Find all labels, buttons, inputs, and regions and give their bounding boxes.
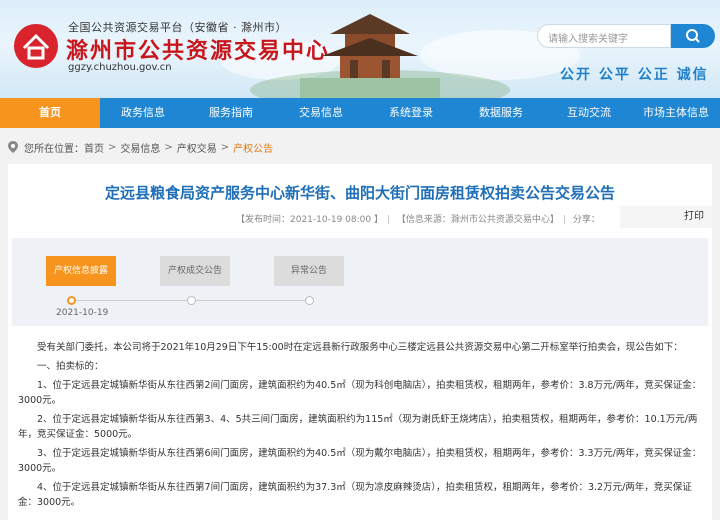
breadcrumb-separator: >: [220, 141, 230, 153]
nav-home[interactable]: 首页: [0, 98, 100, 128]
print-button[interactable]: 打印: [620, 206, 712, 228]
page: 全国公共资源交易平台（安徽省 · 滁州市） 滁州市公共资源交易中心 ggzy.c…: [0, 0, 720, 520]
nav-interaction[interactable]: 互动交流: [546, 98, 632, 128]
info-source: 【信息来源：滁州市公共资源交易中心】: [396, 215, 559, 225]
slogan-2: 公平: [598, 67, 631, 83]
breadcrumb-current[interactable]: 产权公告: [233, 140, 273, 155]
breadcrumb: 您所在位置： 首页 > 交易信息 > 产权交易 > 产权公告: [8, 136, 712, 158]
flow-date: 2021-10-19: [56, 308, 109, 318]
paragraph-item: 3、位于定远县定城镇新华街从东往西第6间门面房，建筑面积约为40.5㎡（现为戴尔…: [18, 448, 702, 474]
process-flow: 产权信息披露 产权成交公告 异常公告 2021-10-19: [12, 238, 708, 326]
nav-market-entity-info[interactable]: 市场主体信息: [632, 98, 720, 128]
step-disclosure[interactable]: 产权信息披露: [46, 256, 116, 286]
flow-dot: [187, 296, 196, 305]
step-deal-announcement[interactable]: 产权成交公告: [160, 256, 230, 286]
paragraph-intro: 受有关部门委托，本公司将于2021年10月29日下午15:00时在定远县新行政服…: [37, 342, 683, 353]
site-title[interactable]: 滁州市公共资源交易中心: [66, 33, 330, 65]
breadcrumb-home[interactable]: 首页: [84, 140, 104, 155]
article-body: 受有关部门委托，本公司将于2021年10月29日下午15:00时在定远县新行政服…: [18, 340, 706, 514]
site-url: ggzy.chuzhou.gov.cn: [68, 62, 172, 73]
search-icon: [686, 29, 700, 43]
site-slogans: 公开 公平 公正 诚信: [560, 64, 709, 84]
search-button[interactable]: [671, 24, 715, 48]
nav-data-service[interactable]: 数据服务: [456, 98, 546, 128]
slogan-4: 诚信: [676, 67, 709, 83]
nav-system-login[interactable]: 系统登录: [366, 98, 456, 128]
site-header: 全国公共资源交易平台（安徽省 · 滁州市） 滁州市公共资源交易中心 ggzy.c…: [0, 0, 720, 98]
paragraph-item: 2、位于定远县定城镇新华街从东往西第3、4、5共三间门面房，建筑面积约为115㎡…: [18, 414, 698, 440]
paragraph-heading: 一、拍卖标的：: [37, 361, 104, 372]
article-meta: 【发布时间：2021-10-19 08:00 】 | 【信息来源：滁州市公共资源交…: [236, 215, 600, 225]
breadcrumb-trading-info[interactable]: 交易信息: [120, 140, 160, 155]
article-title: 定远县粮食局资产服务中心新华街、曲阳大街门面房租赁权拍卖公告交易公告: [104, 184, 615, 202]
article-panel: 定远县粮食局资产服务中心新华街、曲阳大街门面房租赁权拍卖公告交易公告 【发布时间…: [8, 164, 712, 520]
breadcrumb-separator: >: [164, 141, 173, 153]
paragraph-item: 1、位于定远县定城镇新华街从东往西第2间门面房，建筑面积约为40.5㎡（现为科创…: [18, 380, 702, 406]
paragraph-item: 4、位于定远县定城镇新华街从东往西第7间门面房，建筑面积约为37.3㎡（现为凉皮…: [18, 482, 692, 508]
breadcrumb-property-trading[interactable]: 产权交易: [177, 140, 217, 155]
site-logo-icon[interactable]: [14, 24, 58, 68]
flow-dot-active: [67, 296, 76, 305]
flow-dot: [305, 296, 314, 305]
search-placeholder: 请输入搜索关键字: [548, 34, 628, 45]
search-input[interactable]: 请输入搜索关键字: [537, 24, 671, 48]
publish-time: 【发布时间：2021-10-19 08:00 】: [236, 215, 383, 225]
main-nav: 首页 政务信息 服务指南 交易信息 系统登录 数据服务 互动交流 市场主体信息: [0, 98, 720, 128]
nav-service-guide[interactable]: 服务指南: [186, 98, 276, 128]
breadcrumb-separator: >: [108, 141, 117, 153]
breadcrumb-prefix: 您所在位置：: [24, 143, 84, 155]
nav-trading-info[interactable]: 交易信息: [276, 98, 366, 128]
pagoda-banner-icon: [300, 14, 440, 98]
step-exception-announcement[interactable]: 异常公告: [274, 256, 344, 286]
location-pin-icon: [8, 141, 18, 153]
nav-government-info[interactable]: 政务信息: [100, 98, 186, 128]
slogan-3: 公正: [637, 67, 670, 83]
slogan-1: 公开: [560, 67, 592, 83]
share-label[interactable]: 分享：: [573, 215, 600, 225]
